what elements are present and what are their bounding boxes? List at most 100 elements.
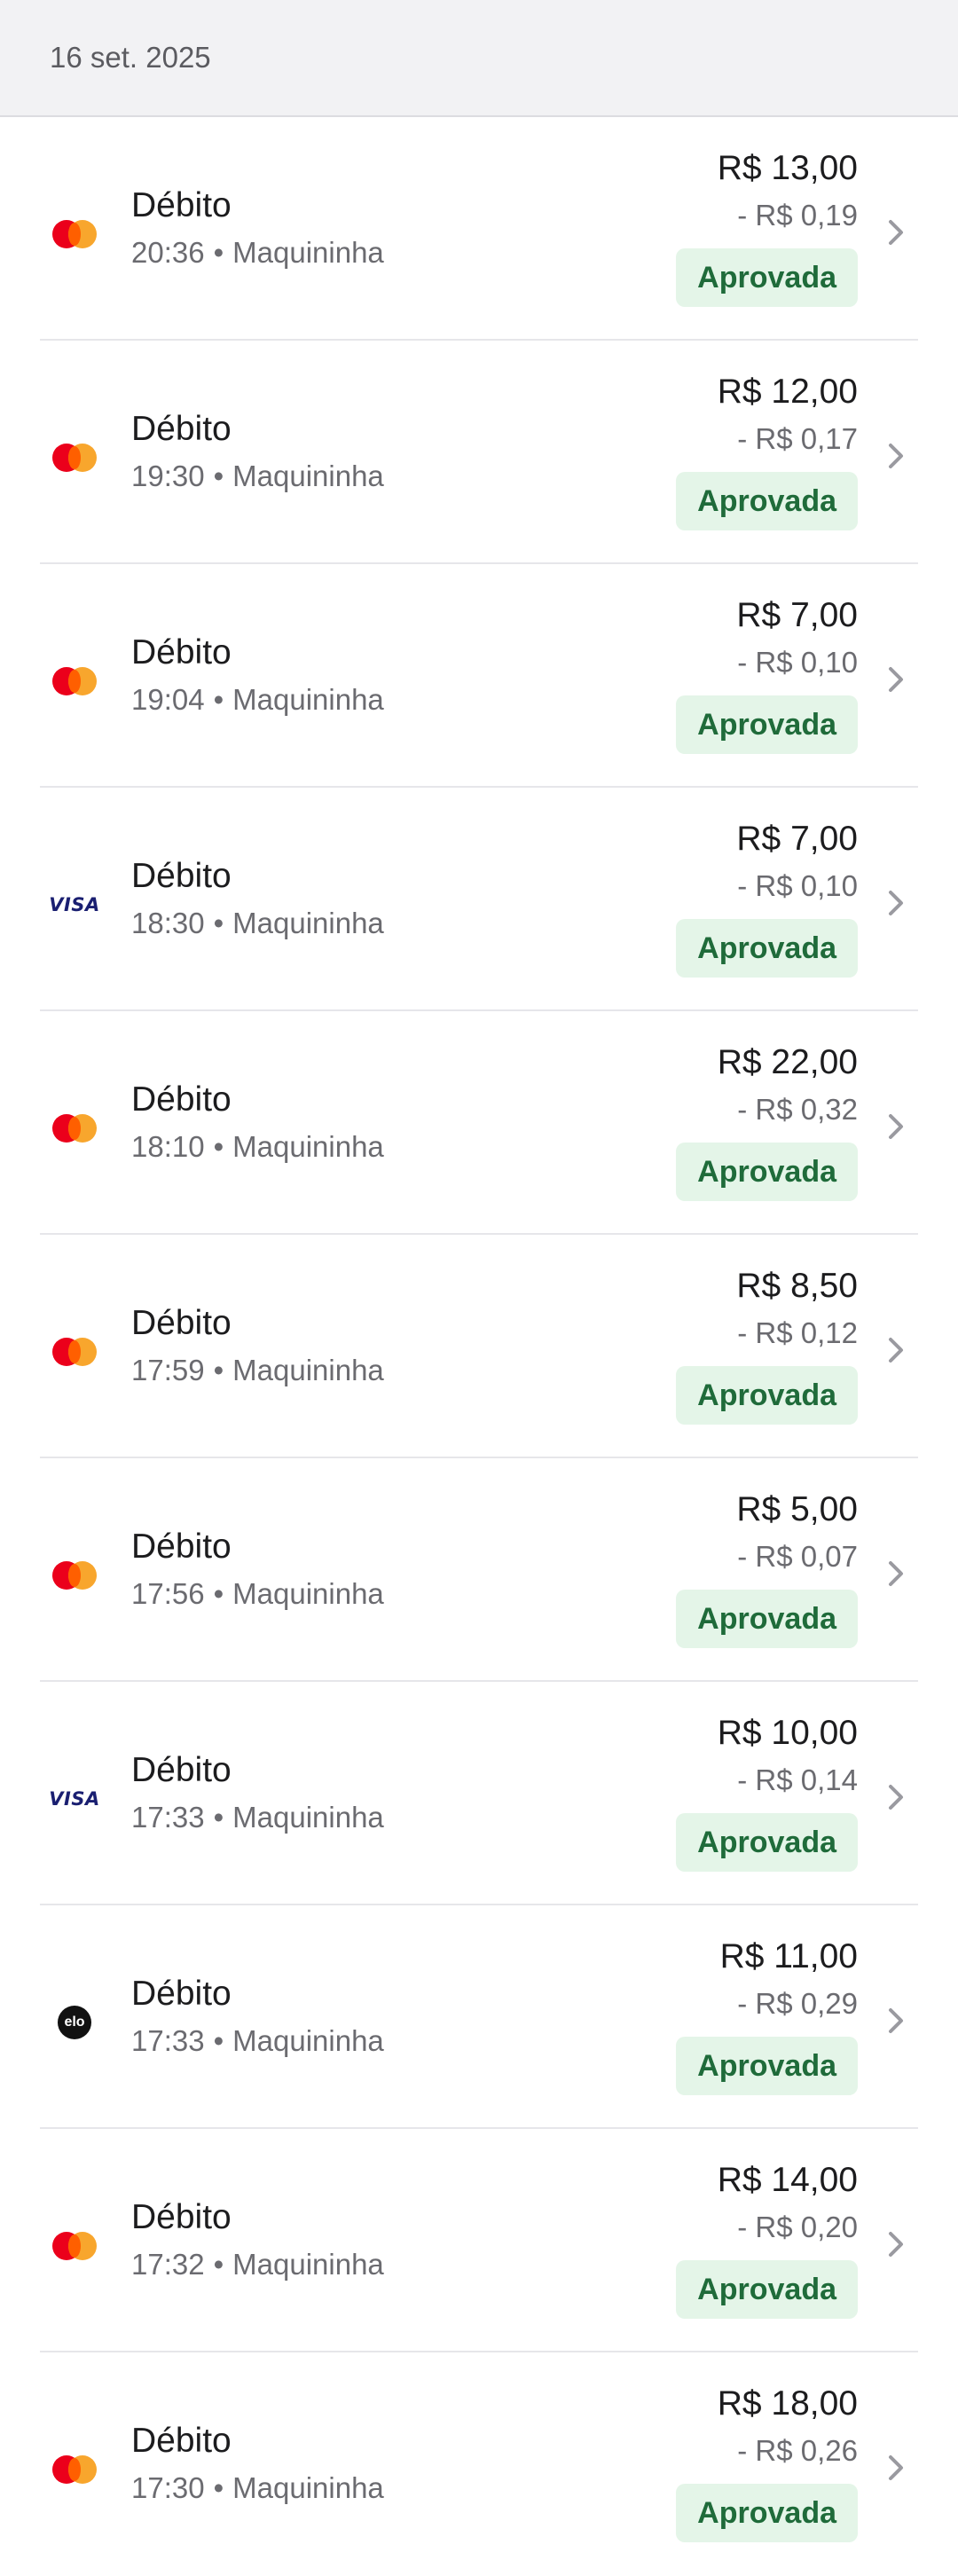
chevron-right-icon[interactable]: [884, 216, 909, 248]
transaction-row[interactable]: Débito 19:04 • Maquininha R$ 7,00 - R$ 0,10 Ap…: [40, 564, 918, 788]
status-badge: Aprovada: [676, 2037, 858, 2095]
status-badge: Aprovada: [676, 919, 858, 978]
transaction-type: Débito: [131, 857, 232, 895]
transaction-fee: - R$ 0,14: [737, 1763, 858, 1796]
transaction-meta: 18:10 • Maquininha: [131, 1130, 384, 1164]
transaction-time: 17:56: [131, 1577, 205, 1610]
transaction-fee: - R$ 0,17: [737, 422, 858, 455]
mastercard-icon: [52, 440, 97, 475]
chevron-right-icon[interactable]: [884, 2005, 909, 2037]
transaction-row[interactable]: Débito 18:10 • Maquininha R$ 22,00 - R$ 0,32 A…: [40, 1011, 918, 1235]
transaction-type: Débito: [131, 1528, 232, 1566]
transaction-row[interactable]: elo Débito 17:33 • Maquininha R$ 11,00 - R$ 0,…: [40, 1905, 918, 2129]
transaction-channel: Maquininha: [232, 1354, 384, 1386]
mastercard-icon: [52, 664, 97, 699]
transaction-channel: Maquininha: [232, 907, 384, 939]
status-badge: Aprovada: [676, 695, 858, 754]
transaction-fee: - R$ 0,10: [737, 869, 858, 902]
transaction-amount: R$ 10,00: [717, 1714, 858, 1752]
status-badge: Aprovada: [676, 1590, 858, 1648]
transaction-amount: R$ 7,00: [736, 596, 858, 634]
transaction-row[interactable]: Débito 17:30 • Maquininha R$ 18,00 - R$ 0,26 A…: [40, 2352, 918, 2576]
status-badge: Aprovada: [676, 2260, 858, 2319]
meta-separator: •: [213, 1801, 224, 1834]
transaction-type: Débito: [131, 1080, 232, 1119]
transaction-channel: Maquininha: [232, 236, 384, 269]
transaction-type: Débito: [131, 2198, 232, 2236]
transaction-time: 19:04: [131, 683, 205, 716]
transaction-time: 17:30: [131, 2471, 205, 2504]
transaction-amount: R$ 13,00: [717, 149, 858, 187]
transaction-amount: R$ 8,50: [736, 1267, 858, 1305]
transaction-meta: 17:33 • Maquininha: [131, 2024, 384, 2058]
transaction-fee: - R$ 0,29: [737, 1987, 858, 2020]
transaction-channel: Maquininha: [232, 459, 384, 492]
chevron-right-icon[interactable]: [884, 887, 909, 919]
mastercard-icon: [52, 216, 97, 252]
status-badge: Aprovada: [676, 1813, 858, 1872]
chevron-right-icon[interactable]: [884, 2228, 909, 2260]
chevron-right-icon[interactable]: [884, 664, 909, 695]
date-label: 16 set. 2025: [50, 41, 211, 74]
meta-separator: •: [213, 907, 224, 939]
transaction-row[interactable]: VISA Débito 18:30 • Maquininha R$ 7,00 - R$ 0,…: [40, 788, 918, 1011]
transaction-type: Débito: [131, 1751, 232, 1789]
transaction-amount: R$ 12,00: [717, 373, 858, 411]
transaction-meta: 17:32 • Maquininha: [131, 2248, 384, 2281]
meta-separator: •: [213, 2024, 224, 2057]
meta-separator: •: [213, 2248, 224, 2281]
transaction-time: 17:33: [131, 2024, 205, 2057]
transaction-fee: - R$ 0,12: [737, 1316, 858, 1349]
mastercard-icon: [52, 1558, 97, 1593]
chevron-right-icon[interactable]: [884, 2452, 909, 2484]
meta-separator: •: [213, 1130, 224, 1163]
status-badge: Aprovada: [676, 472, 858, 530]
transaction-row[interactable]: Débito 20:36 • Maquininha R$ 13,00 - R$ 0,19 A…: [40, 117, 918, 341]
transaction-time: 17:32: [131, 2248, 205, 2281]
transaction-meta: 20:36 • Maquininha: [131, 236, 384, 270]
mastercard-icon: [52, 2228, 97, 2264]
transaction-channel: Maquininha: [232, 2471, 384, 2504]
transaction-channel: Maquininha: [232, 2024, 384, 2057]
transaction-channel: Maquininha: [232, 1577, 384, 1610]
transaction-amount: R$ 18,00: [717, 2384, 858, 2423]
transaction-type: Débito: [131, 1304, 232, 1342]
transaction-row[interactable]: Débito 19:30 • Maquininha R$ 12,00 - R$ 0,17 A…: [40, 341, 918, 564]
transaction-time: 19:30: [131, 459, 205, 492]
transaction-fee: - R$ 0,26: [737, 2434, 858, 2467]
transaction-meta: 17:30 • Maquininha: [131, 2471, 384, 2505]
transaction-amount: R$ 11,00: [719, 1937, 858, 1975]
chevron-right-icon[interactable]: [884, 1781, 909, 1813]
date-section-header: 16 set. 2025: [0, 0, 958, 117]
transaction-fee: - R$ 0,10: [737, 646, 858, 679]
visa-icon: VISA: [49, 1788, 100, 1810]
elo-icon: elo: [52, 2005, 97, 2040]
transaction-row[interactable]: Débito 17:32 • Maquininha R$ 14,00 - R$ 0,20 A…: [40, 2129, 918, 2352]
meta-separator: •: [213, 2471, 224, 2504]
chevron-right-icon[interactable]: [884, 1558, 909, 1590]
transaction-amount: R$ 14,00: [717, 2161, 858, 2199]
mastercard-icon: [52, 1334, 97, 1370]
chevron-right-icon[interactable]: [884, 440, 909, 472]
transaction-fee: - R$ 0,20: [737, 2211, 858, 2243]
chevron-right-icon[interactable]: [884, 1334, 909, 1366]
transaction-type: Débito: [131, 186, 232, 224]
transaction-fee: - R$ 0,07: [737, 1540, 858, 1573]
transaction-type: Débito: [131, 410, 232, 448]
transaction-meta: 18:30 • Maquininha: [131, 907, 384, 940]
meta-separator: •: [213, 1577, 224, 1610]
mastercard-icon: [52, 1111, 97, 1146]
chevron-right-icon[interactable]: [884, 1111, 909, 1143]
transaction-amount: R$ 22,00: [717, 1043, 858, 1081]
transaction-meta: 17:59 • Maquininha: [131, 1354, 384, 1387]
transaction-channel: Maquininha: [232, 2248, 384, 2281]
transaction-row[interactable]: Débito 17:59 • Maquininha R$ 8,50 - R$ 0,12 Ap…: [40, 1235, 918, 1458]
transaction-meta: 17:33 • Maquininha: [131, 1801, 384, 1834]
transaction-row[interactable]: Débito 17:56 • Maquininha R$ 5,00 - R$ 0,07 Ap…: [40, 1458, 918, 1682]
transaction-channel: Maquininha: [232, 1130, 384, 1163]
transaction-time: 20:36: [131, 236, 205, 269]
transaction-type: Débito: [131, 2422, 232, 2460]
status-badge: Aprovada: [676, 1366, 858, 1425]
transaction-row[interactable]: VISA Débito 17:33 • Maquininha R$ 10,00 - R$ 0…: [40, 1682, 918, 1905]
transaction-fee: - R$ 0,19: [737, 199, 858, 232]
